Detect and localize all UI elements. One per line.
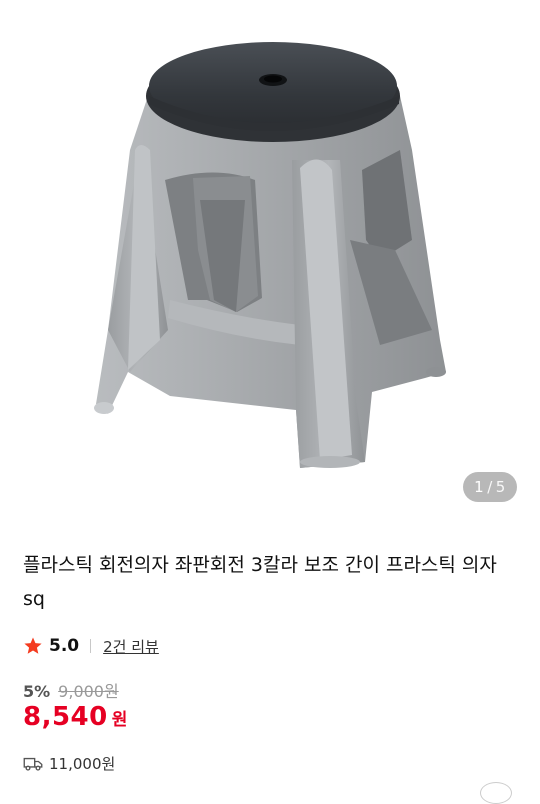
star-icon (24, 637, 42, 654)
product-image-gallery[interactable]: 1 / 5 (0, 0, 540, 520)
review-count-link[interactable]: 2건 리뷰 (103, 636, 159, 657)
sale-price: 8,540 (23, 702, 108, 732)
image-counter: 1 / 5 (463, 472, 517, 502)
discount-row: 5% 9,000원 (23, 678, 119, 702)
product-image (94, 42, 446, 468)
image-counter-total: 5 (495, 478, 506, 496)
product-title: 플라스틱 회전의자 좌판회전 3칼라 보조 간이 프라스틱 의자 sq (23, 554, 497, 610)
shipping-fee: 11,000원 (49, 755, 116, 773)
bottom-edge-decoration (480, 782, 512, 804)
rating-divider (90, 639, 92, 653)
rating-value: 5.0 (49, 636, 80, 656)
original-price: 9,000원 (58, 682, 119, 701)
truck-icon (23, 757, 43, 771)
image-counter-separator: / (487, 478, 493, 496)
shipping-row: 11,000원 (23, 753, 115, 774)
discount-rate: 5% (23, 682, 51, 701)
price-currency: 원 (111, 710, 128, 730)
image-counter-current: 1 (474, 478, 485, 496)
rating-row: 5.0 2건 리뷰 (23, 634, 159, 658)
price-row: 8,540 원 (23, 702, 127, 732)
